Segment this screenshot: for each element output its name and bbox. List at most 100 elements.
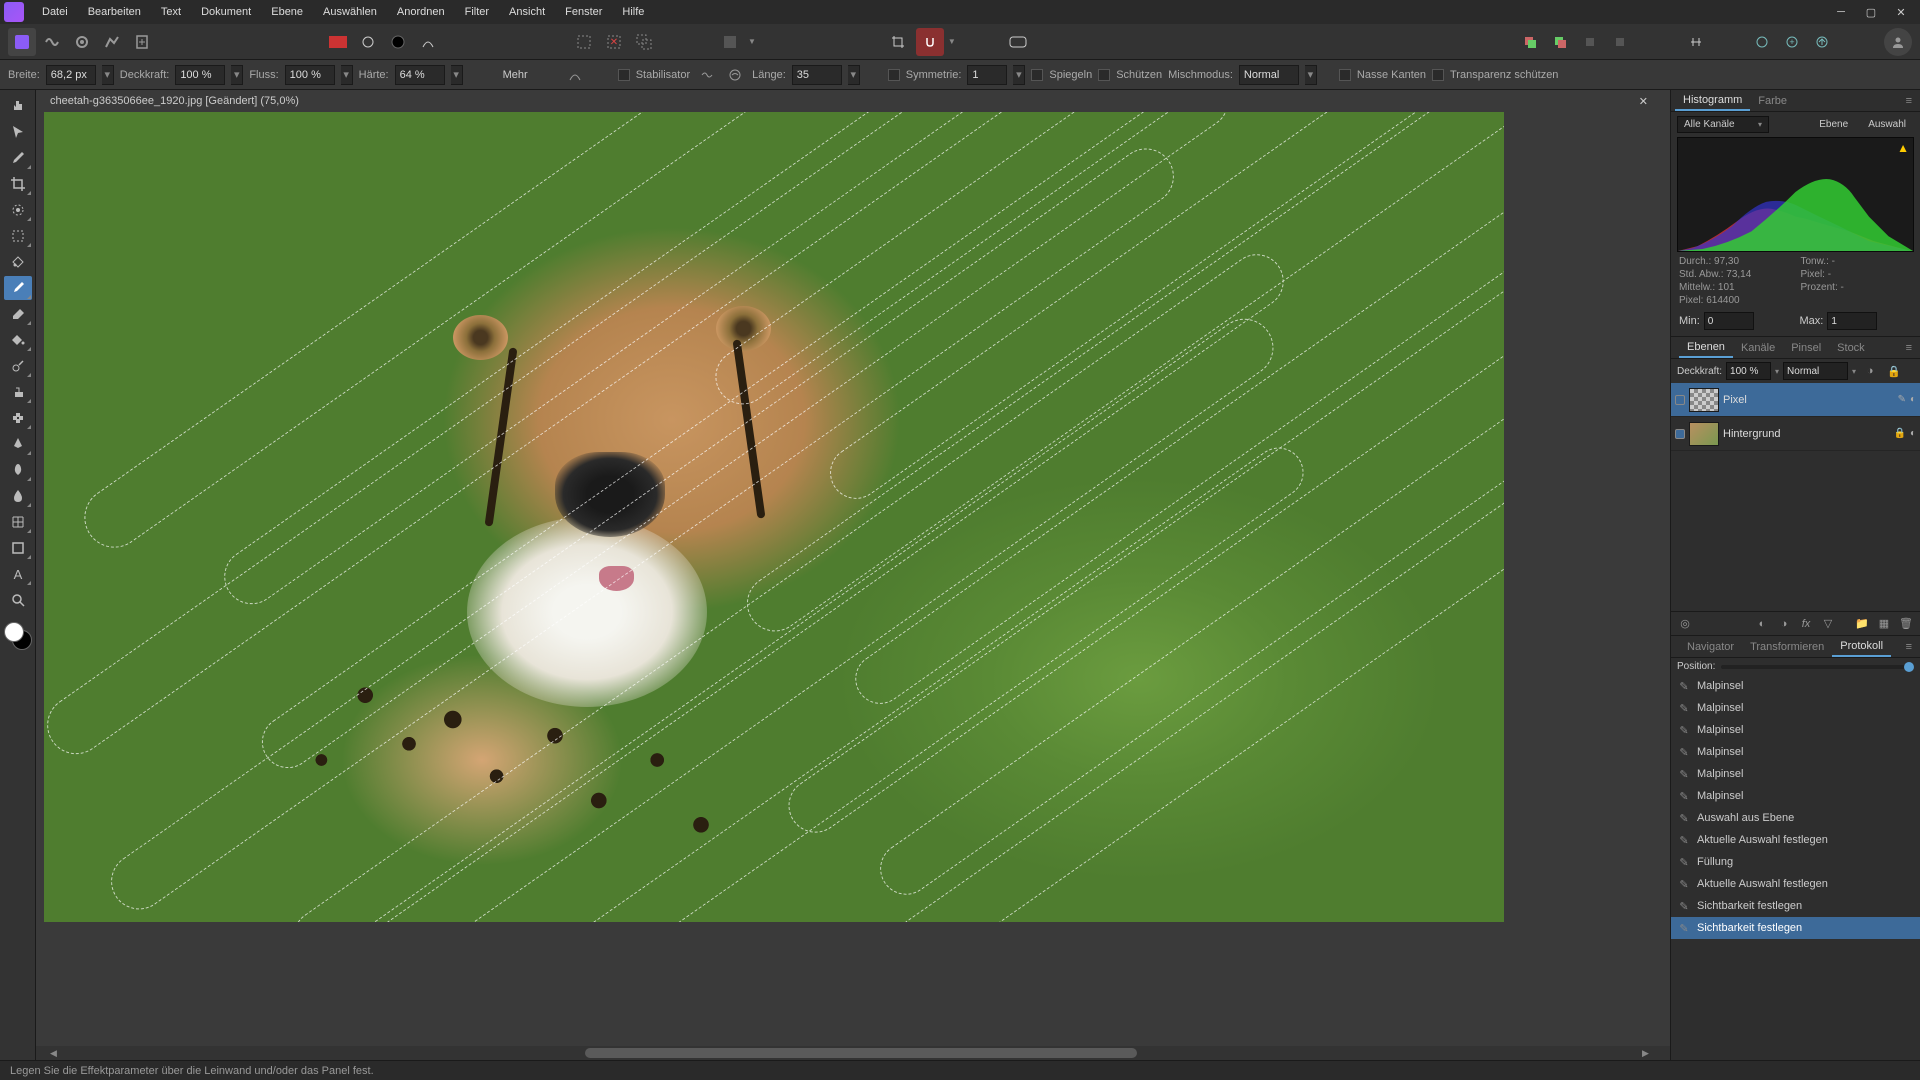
menu-bearbeiten[interactable]: Bearbeiten bbox=[78, 2, 151, 22]
canvas-image[interactable] bbox=[44, 112, 1504, 922]
layer-deckkraft-input[interactable] bbox=[1726, 362, 1771, 380]
layer-target-icon[interactable]: ◎ bbox=[1675, 615, 1695, 633]
history-item[interactable]: ✎Malpinsel bbox=[1671, 763, 1920, 785]
scroll-thumb[interactable] bbox=[585, 1048, 1137, 1058]
account-button[interactable] bbox=[1884, 28, 1912, 56]
arrange-back-icon[interactable] bbox=[1516, 28, 1544, 56]
deckkraft-dropdown[interactable]: ▾ bbox=[231, 65, 243, 85]
arrange-backward-icon[interactable] bbox=[1546, 28, 1574, 56]
kanale-tab[interactable]: Kanäle bbox=[1733, 339, 1783, 357]
upload-icon[interactable] bbox=[1808, 28, 1836, 56]
mischmodus-dropdown[interactable]: ▾ bbox=[1305, 65, 1317, 85]
layer-fx-icon[interactable]: ◑ bbox=[1860, 362, 1880, 380]
layer-add-icon[interactable]: ▦ bbox=[1874, 615, 1894, 633]
color-wells[interactable] bbox=[4, 622, 32, 650]
stabilisator-checkbox[interactable] bbox=[618, 69, 630, 81]
maximize-button[interactable]: ▢ bbox=[1856, 0, 1886, 24]
menu-ansicht[interactable]: Ansicht bbox=[499, 2, 555, 22]
selection-add-icon[interactable]: ✕ bbox=[600, 28, 628, 56]
histogram-ebene-button[interactable]: Ebene bbox=[1811, 117, 1856, 132]
color-wheel-icon[interactable] bbox=[384, 28, 412, 56]
layer-deckkraft-dropdown[interactable]: ▾ bbox=[1775, 367, 1779, 376]
marquee-tool[interactable] bbox=[4, 224, 32, 248]
layer-live-filter-icon[interactable]: ▽ bbox=[1818, 615, 1838, 633]
history-item[interactable]: ✎Malpinsel bbox=[1671, 697, 1920, 719]
layer-adjustment-icon[interactable]: ◑ bbox=[1774, 615, 1794, 633]
document-tab[interactable]: cheetah-g3635066ee_1920.jpg [Geändert] (… bbox=[42, 90, 307, 112]
breite-input[interactable] bbox=[46, 65, 96, 85]
max-input[interactable] bbox=[1827, 312, 1877, 330]
pen-tool[interactable] bbox=[4, 432, 32, 456]
paint-brush-tool[interactable] bbox=[4, 276, 32, 300]
window-mode-icon[interactable] bbox=[724, 64, 746, 86]
snapping-dropdown[interactable]: ▼ bbox=[948, 37, 956, 46]
history-item[interactable]: ✎Aktuelle Auswahl festlegen bbox=[1671, 829, 1920, 851]
schutzen-checkbox[interactable] bbox=[1098, 69, 1110, 81]
symmetrie-dropdown[interactable]: ▾ bbox=[1013, 65, 1025, 85]
add-stock-icon[interactable]: + bbox=[1778, 28, 1806, 56]
tone-mapping-persona-button[interactable] bbox=[98, 28, 126, 56]
menu-text[interactable]: Text bbox=[151, 2, 191, 22]
breite-dropdown[interactable]: ▾ bbox=[102, 65, 114, 85]
mischmodus-select[interactable]: Normal bbox=[1239, 65, 1299, 85]
layer-blend-dropdown[interactable]: ▾ bbox=[1852, 367, 1856, 376]
harte-dropdown[interactable]: ▾ bbox=[451, 65, 463, 85]
selection-brush-tool[interactable] bbox=[4, 198, 32, 222]
quickmask-button[interactable] bbox=[716, 28, 744, 56]
clone-tool[interactable] bbox=[4, 380, 32, 404]
horizontal-scrollbar[interactable]: ◀ ▶ bbox=[36, 1046, 1670, 1060]
dropper-icon[interactable] bbox=[354, 28, 382, 56]
view-tool[interactable] bbox=[4, 94, 32, 118]
layer-edit-icon[interactable]: ✎ bbox=[1898, 394, 1906, 405]
stock-tab[interactable]: Stock bbox=[1829, 339, 1873, 357]
channels-select[interactable]: Alle Kanäle▾ bbox=[1677, 116, 1769, 133]
scroll-right-arrow[interactable]: ▶ bbox=[1642, 1048, 1656, 1059]
layers-panel-menu[interactable]: ≡ bbox=[1902, 342, 1916, 354]
history-panel-menu[interactable]: ≡ bbox=[1902, 641, 1916, 653]
fill-swatch-button[interactable] bbox=[324, 28, 352, 56]
scroll-left-arrow[interactable]: ◀ bbox=[50, 1048, 64, 1059]
symmetrie-input[interactable] bbox=[967, 65, 1007, 85]
protokoll-tab[interactable]: Protokoll bbox=[1832, 637, 1891, 657]
fluss-input[interactable] bbox=[285, 65, 335, 85]
layer-row[interactable]: Pixel ✎ ◐ bbox=[1671, 383, 1920, 417]
history-item[interactable]: ✎Füllung bbox=[1671, 851, 1920, 873]
flood-select-tool[interactable] bbox=[4, 250, 32, 274]
arrange-forward-icon[interactable] bbox=[1576, 28, 1604, 56]
text-tool[interactable]: A bbox=[4, 562, 32, 586]
selection-subtract-icon[interactable] bbox=[630, 28, 658, 56]
histogram-tab[interactable]: Histogramm bbox=[1675, 91, 1750, 111]
close-button[interactable]: ✕ bbox=[1886, 0, 1916, 24]
menu-auswahlen[interactable]: Auswählen bbox=[313, 2, 387, 22]
farbe-tab[interactable]: Farbe bbox=[1750, 92, 1795, 110]
export-persona-button[interactable] bbox=[128, 28, 156, 56]
deckkraft-input[interactable] bbox=[175, 65, 225, 85]
layer-visibility-toggle[interactable] bbox=[1675, 395, 1685, 405]
fluss-dropdown[interactable]: ▾ bbox=[341, 65, 353, 85]
crop-tool[interactable] bbox=[4, 172, 32, 196]
history-item[interactable]: ✎Auswahl aus Ebene bbox=[1671, 807, 1920, 829]
shape-tool[interactable] bbox=[4, 536, 32, 560]
menu-dokument[interactable]: Dokument bbox=[191, 2, 261, 22]
history-item[interactable]: ✎Sichtbarkeit festlegen bbox=[1671, 895, 1920, 917]
rope-mode-icon[interactable] bbox=[696, 64, 718, 86]
viewport[interactable] bbox=[36, 112, 1670, 1046]
ebenen-tab[interactable]: Ebenen bbox=[1679, 338, 1733, 358]
menu-fenster[interactable]: Fenster bbox=[555, 2, 612, 22]
nasse-checkbox[interactable] bbox=[1339, 69, 1351, 81]
symmetrie-checkbox[interactable] bbox=[888, 69, 900, 81]
sync-icon[interactable] bbox=[1748, 28, 1776, 56]
history-slider[interactable] bbox=[1721, 665, 1914, 669]
menu-datei[interactable]: Datei bbox=[32, 2, 78, 22]
history-item[interactable]: ✎Malpinsel bbox=[1671, 719, 1920, 741]
healing-tool[interactable] bbox=[4, 406, 32, 430]
history-item[interactable]: ✎Malpinsel bbox=[1671, 741, 1920, 763]
layer-link-icon[interactable]: ◐ bbox=[1910, 394, 1916, 405]
history-item[interactable]: ✎Malpinsel bbox=[1671, 675, 1920, 697]
move-tool[interactable] bbox=[4, 120, 32, 144]
history-item[interactable]: ✎Malpinsel bbox=[1671, 785, 1920, 807]
erase-tool[interactable] bbox=[4, 302, 32, 326]
quickmask-dropdown[interactable]: ▼ bbox=[748, 37, 756, 46]
develop-persona-button[interactable] bbox=[68, 28, 96, 56]
snapping-button[interactable] bbox=[916, 28, 944, 56]
